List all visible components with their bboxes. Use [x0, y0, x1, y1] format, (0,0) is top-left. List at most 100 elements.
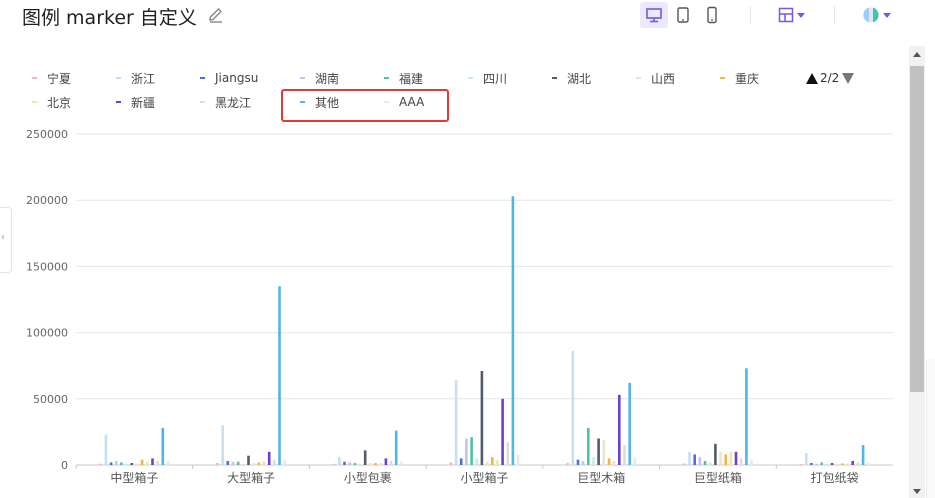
bar[interactable] [465, 438, 468, 466]
vertical-scrollbar[interactable] [909, 46, 925, 498]
scroll-up-icon[interactable] [913, 52, 921, 57]
bar[interactable] [566, 463, 569, 465]
bar[interactable] [815, 463, 818, 465]
bar[interactable] [506, 442, 510, 466]
bar[interactable] [587, 427, 590, 465]
bar[interactable] [252, 463, 255, 465]
bar[interactable] [156, 461, 159, 465]
bar[interactable] [394, 430, 398, 465]
bar[interactable] [516, 454, 520, 465]
bar[interactable] [688, 451, 691, 465]
bar[interactable] [602, 439, 606, 465]
bar[interactable] [825, 463, 829, 465]
bar[interactable] [267, 451, 271, 465]
bar[interactable] [348, 462, 351, 465]
scrollbar-thumb[interactable] [910, 66, 924, 392]
bar[interactable] [146, 461, 149, 465]
bar[interactable] [835, 463, 839, 465]
bar[interactable] [491, 457, 494, 465]
bar[interactable] [618, 394, 621, 465]
bar[interactable] [369, 463, 372, 465]
bar[interactable] [161, 427, 165, 465]
bar[interactable] [216, 463, 219, 465]
bar[interactable] [861, 445, 865, 465]
bar[interactable] [166, 461, 170, 465]
bar[interactable] [724, 454, 727, 465]
bar[interactable] [729, 451, 733, 465]
bar[interactable] [120, 462, 123, 465]
bar[interactable] [247, 455, 250, 465]
bar[interactable] [830, 463, 834, 465]
bar[interactable] [262, 461, 266, 465]
bar[interactable] [379, 463, 382, 465]
bar[interactable] [332, 463, 336, 465]
bar[interactable] [511, 196, 515, 465]
bar[interactable] [384, 458, 388, 465]
bar[interactable] [343, 461, 346, 465]
bar[interactable] [592, 457, 595, 465]
bar[interactable] [363, 450, 367, 465]
bar[interactable] [221, 425, 224, 465]
bar[interactable] [231, 461, 235, 465]
bar[interactable] [242, 463, 245, 465]
bar[interactable] [496, 459, 499, 465]
bar[interactable] [576, 459, 580, 465]
bar[interactable] [623, 445, 626, 465]
bar[interactable] [571, 351, 575, 465]
bar[interactable] [130, 463, 134, 465]
bar[interactable] [99, 463, 103, 465]
bar[interactable] [846, 463, 849, 465]
bar[interactable] [353, 463, 357, 465]
bar[interactable] [628, 382, 631, 465]
bar[interactable] [236, 461, 240, 465]
bar[interactable] [104, 434, 108, 466]
bar[interactable] [820, 462, 823, 465]
bar[interactable] [283, 459, 286, 465]
bar[interactable] [866, 462, 870, 465]
bar[interactable] [597, 438, 600, 466]
bar[interactable] [273, 459, 276, 465]
bar[interactable] [841, 463, 844, 465]
bar[interactable] [745, 368, 748, 465]
bar[interactable] [633, 457, 637, 465]
bar[interactable] [454, 380, 458, 465]
bar[interactable] [226, 461, 230, 465]
bar[interactable] [480, 371, 484, 465]
bar[interactable] [581, 461, 585, 465]
bar[interactable] [358, 463, 362, 465]
bar[interactable] [140, 459, 144, 465]
bar[interactable] [703, 461, 707, 465]
bar[interactable] [851, 461, 854, 465]
bar[interactable] [708, 462, 712, 465]
bar[interactable] [135, 463, 139, 465]
bar[interactable] [856, 462, 860, 465]
bar[interactable] [400, 461, 403, 465]
bar[interactable] [374, 463, 377, 465]
bar[interactable] [693, 454, 696, 465]
bar[interactable] [714, 443, 717, 465]
bar[interactable] [734, 451, 738, 465]
bar[interactable] [739, 458, 743, 465]
bar[interactable] [125, 463, 128, 465]
bar[interactable] [719, 451, 722, 465]
bar[interactable] [115, 461, 118, 465]
bar[interactable] [257, 462, 261, 465]
bar[interactable] [109, 462, 113, 465]
bar[interactable] [459, 458, 463, 465]
bar[interactable] [607, 458, 611, 465]
bar[interactable] [799, 463, 803, 465]
bar[interactable] [683, 463, 686, 465]
bar[interactable] [151, 458, 154, 465]
bar[interactable] [278, 286, 281, 465]
bar[interactable] [612, 461, 616, 465]
bar[interactable] [750, 459, 753, 465]
bar[interactable] [338, 457, 341, 465]
bar[interactable] [698, 457, 702, 465]
bar[interactable] [804, 453, 808, 465]
scroll-down-icon[interactable] [913, 489, 921, 494]
bar[interactable] [501, 398, 504, 465]
bar[interactable] [485, 461, 489, 465]
bar[interactable] [449, 462, 453, 465]
bar[interactable] [810, 463, 813, 465]
bar[interactable] [475, 458, 479, 465]
